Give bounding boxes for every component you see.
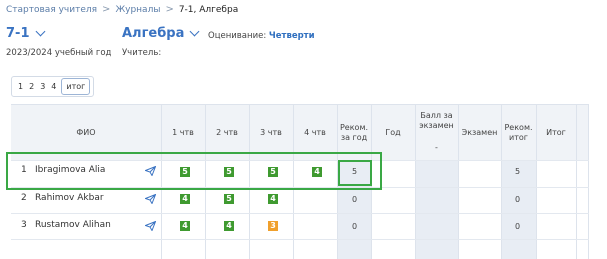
exam-score-column-bg — [415, 160, 458, 259]
tab-quarter-1[interactable]: 1 — [15, 79, 26, 94]
student-name[interactable]: Rahimov Akbar — [35, 193, 104, 203]
grid-line — [415, 105, 416, 259]
grade-q3[interactable]: 3 — [268, 221, 278, 231]
teacher-label: Учитель: — [122, 48, 162, 58]
grading-mode-value[interactable]: Четверти — [269, 31, 315, 41]
grading-mode: Оценивание: Четверти — [208, 31, 315, 41]
breadcrumb-separator-icon: > — [102, 4, 111, 15]
grid-line — [11, 213, 589, 214]
chevron-down-icon — [189, 26, 200, 37]
grade-q3[interactable]: 4 — [268, 194, 278, 204]
rec-year-value: 0 — [352, 195, 358, 204]
rec-final-value: 0 — [515, 195, 521, 204]
subject-dropdown-label: Алгебра — [122, 26, 185, 41]
rec-year-value: 5 — [352, 167, 358, 176]
send-message-icon[interactable] — [145, 221, 156, 231]
rec-year-value: 0 — [352, 222, 358, 231]
col-header-exam-score: Балл за экзамен — [419, 111, 454, 130]
tab-quarter-3[interactable]: 3 — [37, 79, 48, 94]
chevron-down-icon — [35, 26, 45, 37]
col-header-final: Итог — [546, 127, 566, 137]
school-year-label: 2023/2024 учебный год — [6, 48, 112, 58]
rec-final-value: 0 — [515, 222, 521, 231]
row-number: 3 — [21, 220, 27, 230]
quarter-tabs: 1 2 3 4 итог — [11, 76, 95, 97]
grade-q2[interactable]: 5 — [224, 194, 234, 204]
grading-mode-label: Оценивание: — [208, 31, 267, 41]
col-header-exam: Экзамен — [461, 127, 498, 137]
col-header-exam-dash: - — [435, 143, 438, 152]
breadcrumb-home-link[interactable]: Стартовая учителя — [6, 5, 97, 15]
grade-q1[interactable]: 4 — [180, 221, 190, 231]
student-name[interactable]: Rustamov Alihan — [35, 220, 111, 230]
rec-final-value: 5 — [515, 167, 521, 176]
grade-q1[interactable]: 4 — [180, 194, 190, 204]
grade-q2[interactable]: 4 — [224, 221, 234, 231]
tab-final[interactable]: итог — [61, 78, 91, 95]
grid-line — [536, 105, 537, 259]
breadcrumb-journals-link[interactable]: Журналы — [115, 5, 160, 15]
subject-dropdown[interactable]: Алгебра — [122, 26, 200, 41]
class-dropdown[interactable]: 7-1 — [6, 26, 45, 41]
grid-line — [576, 105, 577, 259]
class-dropdown-label: 7-1 — [6, 26, 30, 41]
breadcrumb-separator-icon: > — [165, 4, 174, 15]
tab-quarter-2[interactable]: 2 — [26, 79, 37, 94]
grid-line — [11, 239, 589, 240]
grid-line — [588, 105, 589, 259]
breadcrumb-current: 7-1, Алгебра — [178, 4, 239, 15]
send-message-icon[interactable] — [145, 194, 156, 204]
tab-quarter-4[interactable]: 4 — [48, 79, 59, 94]
breadcrumb: Стартовая учителя > Журналы > 7-1, Алгеб… — [6, 4, 238, 15]
grid-line — [501, 105, 502, 259]
row-number: 2 — [21, 193, 27, 203]
col-header-rec-final: Реком. итог — [504, 122, 533, 142]
highlighted-row-frame — [6, 152, 382, 190]
grid-line — [458, 105, 459, 259]
